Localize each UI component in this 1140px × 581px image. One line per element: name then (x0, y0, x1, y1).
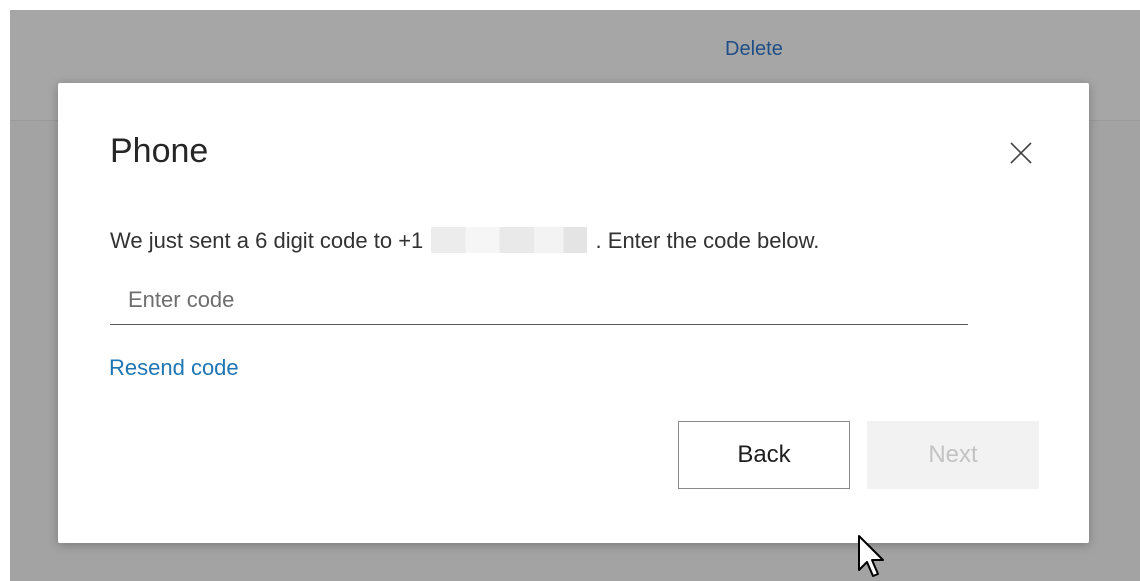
verification-message: We just sent a 6 digit code to +1 . Ente… (110, 226, 819, 256)
back-button[interactable]: Back (678, 421, 850, 489)
close-button[interactable] (1003, 135, 1039, 171)
redacted-phone-number (431, 227, 588, 253)
code-input[interactable] (110, 275, 968, 325)
message-text-before: We just sent a 6 digit code to +1 (110, 228, 424, 253)
next-button[interactable]: Next (867, 421, 1039, 489)
delete-link[interactable]: Delete (725, 38, 783, 61)
close-icon (1010, 142, 1032, 164)
resend-code-link[interactable]: Resend code (109, 353, 239, 383)
message-text-after: . Enter the code below. (595, 228, 820, 253)
phone-verification-dialog: Phone We just sent a 6 digit code to +1 … (58, 83, 1089, 543)
dialog-title: Phone (110, 132, 209, 170)
